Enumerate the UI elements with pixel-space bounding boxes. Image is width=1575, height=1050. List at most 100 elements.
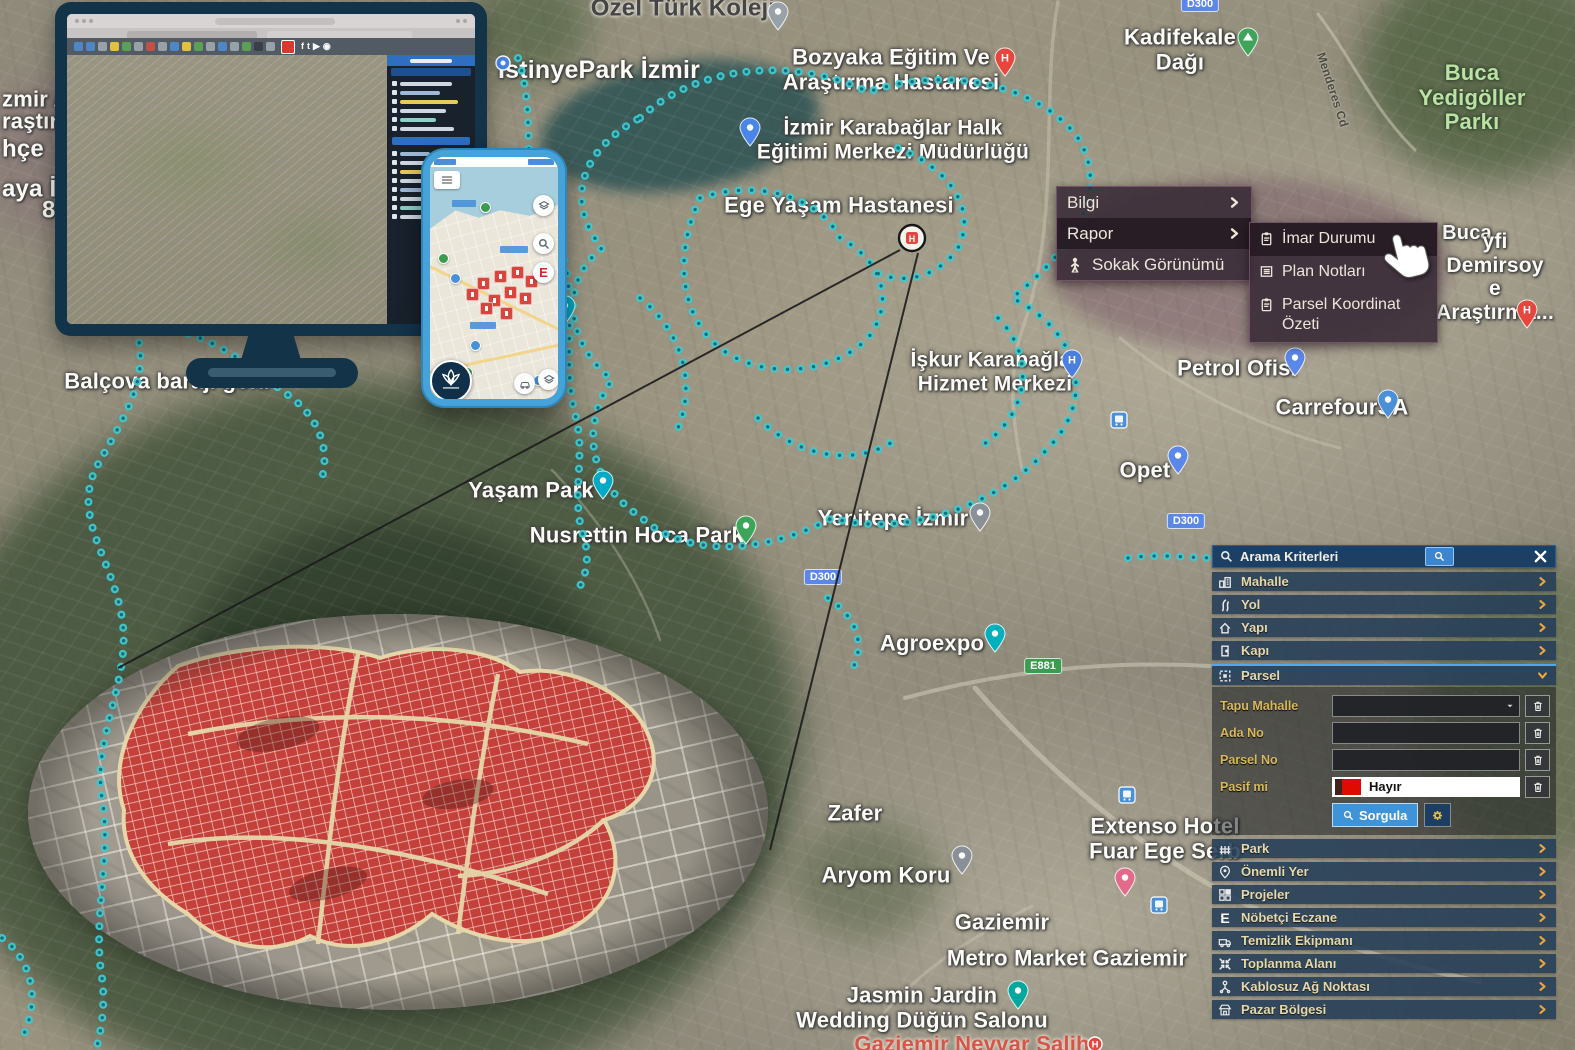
search-category-mahalle[interactable]: Mahalle	[1212, 572, 1556, 591]
toolbar-active-tool-icon[interactable]	[281, 40, 295, 54]
layer-checkbox[interactable]	[392, 196, 397, 201]
context-menu-item-rapor[interactable]: Rapor	[1057, 218, 1251, 249]
toolbar-tool-icon[interactable]	[158, 42, 167, 51]
map-pin[interactable]	[480, 202, 491, 213]
toolbar-tool-icon[interactable]	[98, 42, 107, 51]
search-category-kap-[interactable]: Kapı	[1212, 641, 1556, 660]
toolbar-tool-icon[interactable]	[266, 42, 275, 51]
toolbar-tool-icon[interactable]	[254, 42, 263, 51]
layer-checkbox[interactable]	[392, 151, 397, 156]
toolbar-tool-icon[interactable]	[242, 42, 251, 51]
phone-transport-button[interactable]	[514, 373, 535, 394]
pharmacy-marker[interactable]	[500, 307, 513, 320]
phone-search-button[interactable]	[533, 233, 554, 254]
layer-checkbox[interactable]	[392, 99, 397, 104]
layer-item[interactable]	[392, 90, 470, 95]
monitor-screen: ft▶◉	[67, 14, 475, 324]
layer-checkbox[interactable]	[392, 160, 397, 165]
pharmacy-marker[interactable]	[477, 277, 490, 290]
instagram-icon[interactable]: ◉	[323, 42, 331, 51]
toolbar-tool-icon[interactable]	[86, 42, 95, 51]
search-category-projeler[interactable]: Projeler	[1212, 885, 1556, 904]
pharmacy-marker[interactable]	[511, 266, 524, 279]
layer-item[interactable]	[392, 126, 470, 131]
layer-checkbox[interactable]	[392, 187, 397, 192]
facebook-icon[interactable]: f	[301, 42, 304, 51]
search-category-kablosuz-a-noktas-[interactable]: Kablosuz Ağ Noktası	[1212, 977, 1556, 996]
browser-tab[interactable]	[127, 31, 257, 38]
search-category-n-bet-i-eczane[interactable]: ENöbetçi Eczane	[1212, 908, 1556, 927]
map-pin[interactable]	[438, 253, 449, 264]
toolbar-tool-icon[interactable]	[182, 42, 191, 51]
panel-search-button[interactable]	[1425, 547, 1454, 566]
search-category-yol[interactable]: Yol	[1212, 595, 1556, 614]
map-pin[interactable]	[470, 340, 481, 351]
toggle-switch[interactable]	[1335, 779, 1361, 795]
settings-button[interactable]	[1424, 803, 1451, 827]
youtube-icon[interactable]: ▶	[313, 42, 320, 51]
layer-checkbox[interactable]	[392, 90, 397, 95]
pharmacy-marker[interactable]	[494, 270, 507, 283]
parsel-no-input[interactable]	[1332, 749, 1520, 771]
twitter-icon[interactable]: t	[307, 42, 310, 51]
ada-no-input[interactable]	[1332, 722, 1520, 744]
toolbar-tool-icon[interactable]	[194, 42, 203, 51]
pharmacy-marker[interactable]	[480, 302, 493, 315]
municipality-logo	[430, 360, 472, 399]
pharmacy-marker[interactable]	[519, 292, 532, 305]
menu-item-label: Rapor	[1067, 224, 1113, 244]
submenu-item-parsel-koordinat-ozeti[interactable]: Parsel Koordinat Özeti	[1250, 289, 1437, 343]
pharmacy-marker[interactable]	[466, 288, 479, 301]
search-category-yap-[interactable]: Yapı	[1212, 618, 1556, 637]
search-category--nemli-yer[interactable]: Önemli Yer	[1212, 862, 1556, 881]
clear-field-button[interactable]	[1525, 722, 1550, 744]
toolbar-tool-icon[interactable]	[110, 42, 119, 51]
search-category-parsel[interactable]: Parsel	[1212, 664, 1556, 685]
layer-checkbox[interactable]	[392, 81, 397, 86]
layer-checkbox[interactable]	[392, 117, 397, 122]
phone-layers-button[interactable]	[533, 195, 554, 216]
toolbar-tool-icon[interactable]	[170, 42, 179, 51]
layer-item[interactable]	[392, 108, 470, 113]
context-menu-item-sokak-gorunumu[interactable]: Sokak Görünümü	[1057, 249, 1251, 280]
layer-checkbox[interactable]	[392, 178, 397, 183]
phone-pharmacy-button[interactable]: E	[533, 262, 554, 283]
phone-menu-button[interactable]	[434, 171, 460, 189]
layer-item[interactable]	[392, 99, 470, 104]
layer-checkbox[interactable]	[392, 108, 397, 113]
layer-checkbox[interactable]	[392, 214, 397, 219]
toolbar-tool-icon[interactable]	[230, 42, 239, 51]
browser-address-bar[interactable]	[215, 18, 335, 25]
layer-checkbox[interactable]	[392, 205, 397, 210]
search-category-pazar-b-lgesi[interactable]: Pazar Bölgesi	[1212, 1000, 1556, 1019]
clear-field-button[interactable]	[1525, 776, 1550, 798]
clear-field-button[interactable]	[1525, 749, 1550, 771]
browser-tab[interactable]	[267, 31, 412, 38]
gis-toolbar[interactable]: ft▶◉	[67, 38, 475, 55]
pasif-mi-toggle[interactable]: Hayır	[1332, 777, 1520, 797]
pharmacy-marker[interactable]	[504, 286, 517, 299]
layer-item[interactable]	[392, 117, 470, 122]
close-icon[interactable]	[1533, 549, 1548, 564]
toolbar-tool-icon[interactable]	[74, 42, 83, 51]
search-category-temizlik-ekipman-[interactable]: Temizlik Ekipmanı	[1212, 931, 1556, 950]
toolbar-tool-icon[interactable]	[146, 42, 155, 51]
toolbar-tool-icon[interactable]	[218, 42, 227, 51]
toolbar-tool-icon[interactable]	[134, 42, 143, 51]
map-pin[interactable]	[450, 273, 461, 284]
toolbar-tool-icon[interactable]	[122, 42, 131, 51]
tapu-mahalle-select[interactable]	[1332, 695, 1520, 717]
layer-checkbox[interactable]	[392, 126, 397, 131]
sorgula-button[interactable]: Sorgula	[1332, 803, 1418, 827]
toolbar-tool-icon[interactable]	[206, 42, 215, 51]
phone-location-button[interactable]	[538, 369, 558, 390]
caret-icon	[1505, 701, 1515, 711]
search-category-park[interactable]: Park	[1212, 839, 1556, 858]
layer-checkbox[interactable]	[392, 169, 397, 174]
browser-tabs[interactable]	[67, 28, 475, 38]
category-label: Projeler	[1241, 887, 1537, 902]
layer-item[interactable]	[392, 81, 470, 86]
clear-field-button[interactable]	[1525, 695, 1550, 717]
search-category-toplanma-alan-[interactable]: Toplanma Alanı	[1212, 954, 1556, 973]
context-menu-item-bilgi[interactable]: Bilgi	[1057, 187, 1251, 218]
